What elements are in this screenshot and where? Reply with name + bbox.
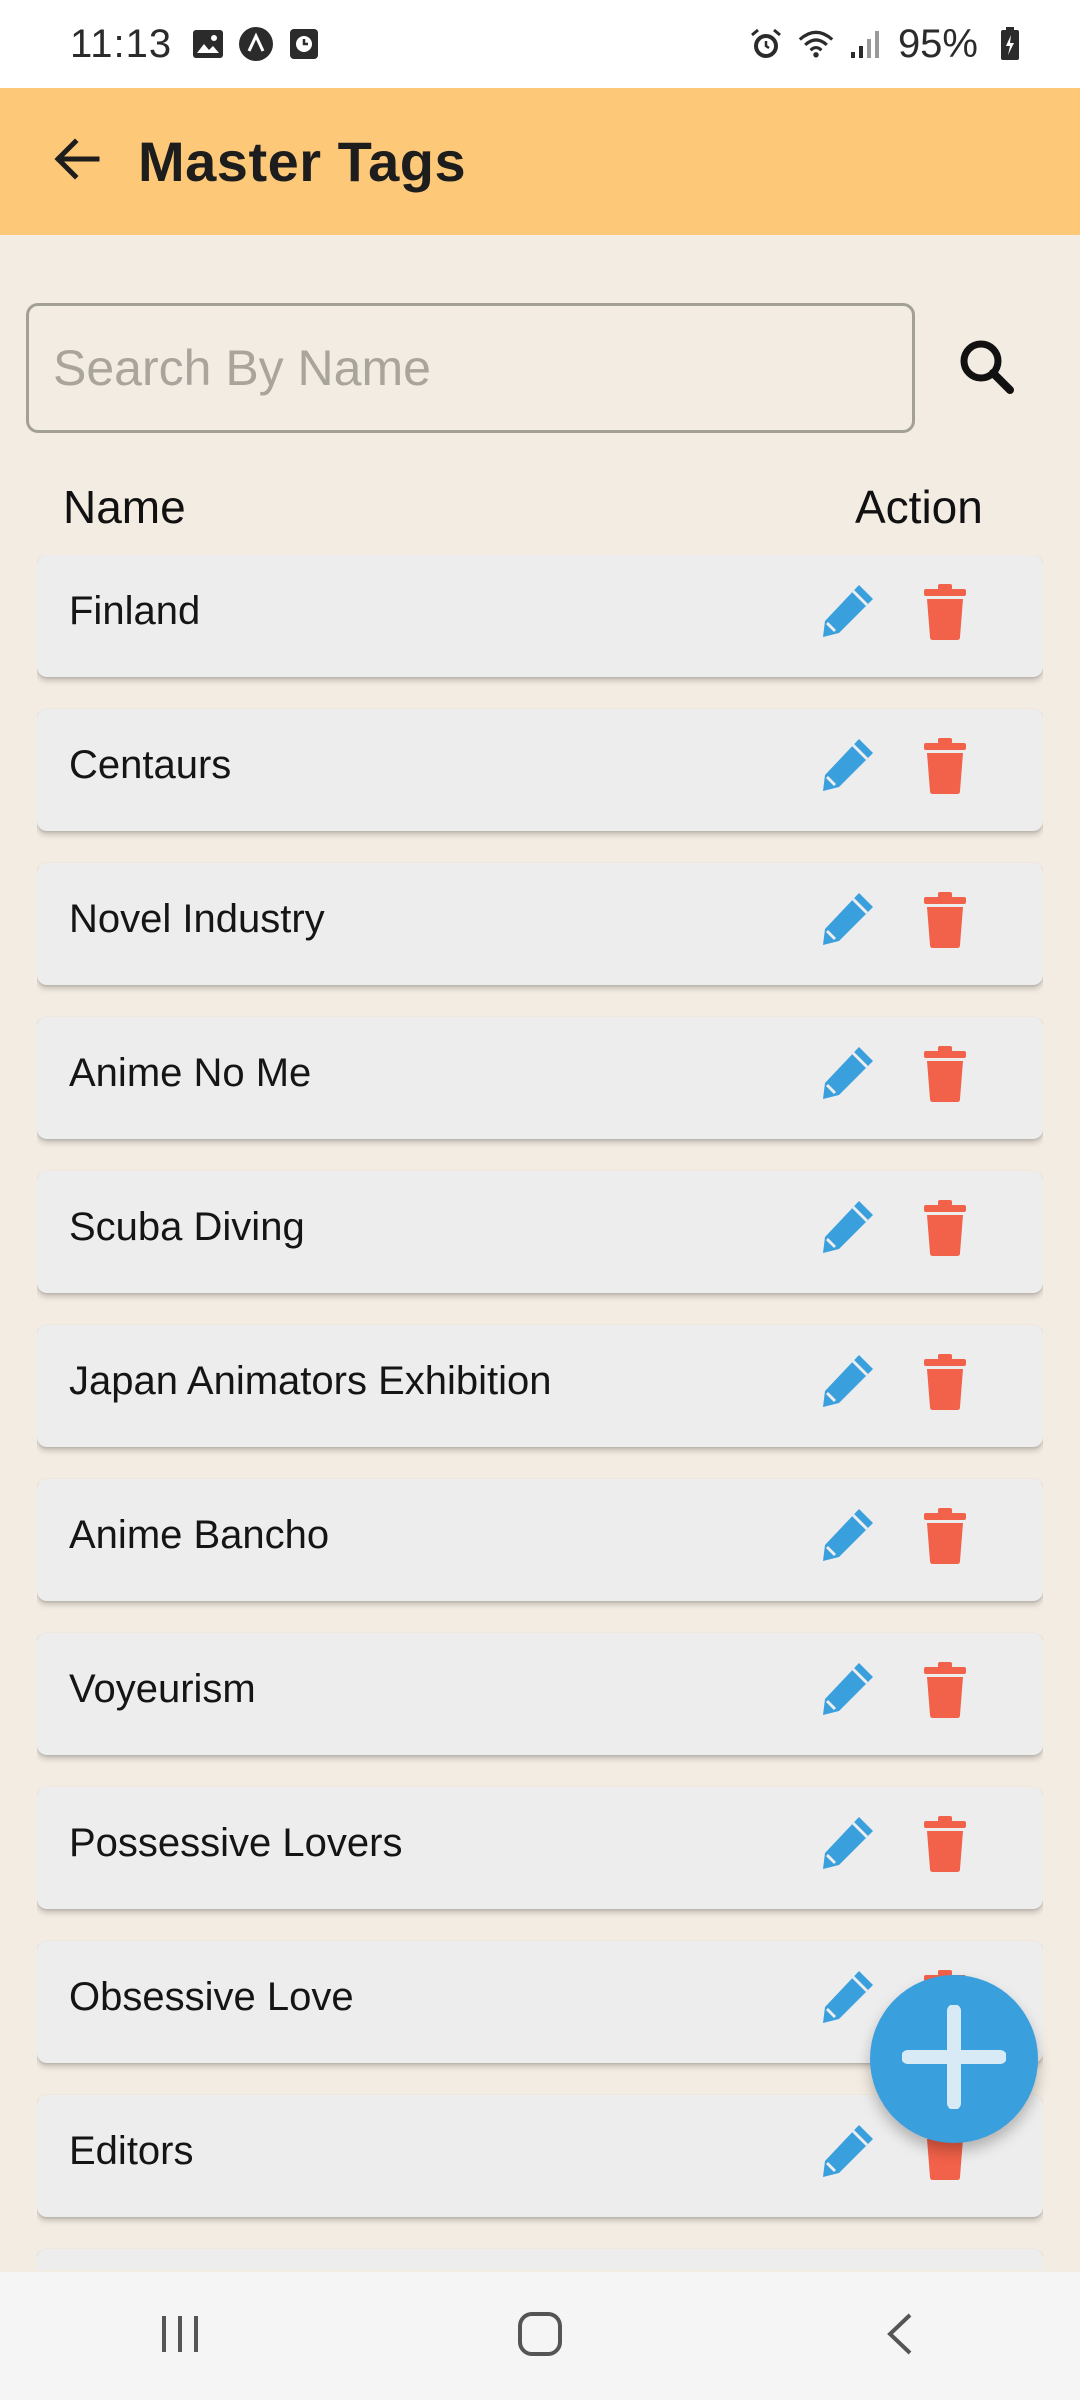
search-row	[26, 303, 1056, 433]
tag-name: Editors	[69, 2128, 194, 2173]
list-item[interactable]: Voyeurism	[37, 1633, 1043, 1755]
recents-icon	[158, 2312, 202, 2361]
list-item[interactable]: Anime No Me	[37, 1017, 1043, 1139]
list-item[interactable]	[37, 2249, 1043, 2270]
status-right-icons: 95%	[748, 22, 1028, 67]
status-left-icons	[190, 26, 322, 62]
trash-icon	[924, 583, 966, 645]
trash-icon	[924, 1661, 966, 1723]
pencil-icon	[819, 735, 877, 798]
image-icon	[190, 26, 226, 62]
delete-button[interactable]	[922, 1815, 968, 1877]
tag-name: Anime Bancho	[69, 1512, 330, 1557]
pencil-icon	[819, 1351, 877, 1414]
list-item[interactable]: Anime Bancho	[37, 1479, 1043, 1601]
recents-button[interactable]	[120, 2286, 240, 2386]
edit-button[interactable]	[817, 1043, 879, 1105]
signal-icon	[848, 26, 884, 62]
delete-button[interactable]	[922, 583, 968, 645]
delete-button[interactable]	[922, 891, 968, 953]
list-item[interactable]: Japan Animators Exhibition	[37, 1325, 1043, 1447]
tag-name: Possessive Lovers	[69, 1820, 403, 1865]
list-item[interactable]: Scuba Diving	[37, 1171, 1043, 1293]
clock-app-icon	[286, 26, 322, 62]
edit-button[interactable]	[817, 581, 879, 643]
home-icon	[517, 2311, 563, 2362]
delete-button[interactable]	[922, 737, 968, 799]
navigation-app-icon	[238, 26, 274, 62]
search-button[interactable]	[946, 328, 1026, 408]
edit-button[interactable]	[817, 1813, 879, 1875]
add-tag-button[interactable]	[870, 1975, 1038, 2143]
edit-button[interactable]	[817, 1505, 879, 1567]
page-title: Master Tags	[138, 130, 467, 193]
pencil-icon	[819, 1659, 877, 1722]
tag-name: Japan Animators Exhibition	[69, 1358, 552, 1403]
arrow-left-icon	[53, 137, 101, 186]
home-button[interactable]	[480, 2286, 600, 2386]
search-icon	[956, 336, 1016, 401]
plus-icon	[901, 2003, 1007, 2114]
edit-button[interactable]	[817, 735, 879, 797]
tag-name: Centaurs	[69, 742, 232, 787]
trash-icon	[924, 1507, 966, 1569]
list-item[interactable]: Novel Industry	[37, 863, 1043, 985]
trash-icon	[924, 1353, 966, 1415]
tag-name: Obsessive Love	[69, 1974, 354, 2019]
delete-button[interactable]	[922, 1661, 968, 1723]
tag-name: Anime No Me	[69, 1050, 312, 1095]
nav-back-button[interactable]	[840, 2286, 960, 2386]
pencil-icon	[819, 581, 877, 644]
battery-charging-icon	[992, 26, 1028, 62]
column-header-action: Action	[855, 481, 983, 533]
pencil-icon	[819, 1043, 877, 1106]
delete-button[interactable]	[922, 1045, 968, 1107]
pencil-icon	[819, 1197, 877, 1260]
edit-button[interactable]	[817, 2121, 879, 2183]
back-button[interactable]	[42, 127, 112, 197]
app-bar: Master Tags	[0, 88, 1080, 235]
column-header-name: Name	[63, 481, 186, 533]
tag-name: Scuba Diving	[69, 1204, 305, 1249]
search-input[interactable]	[26, 303, 915, 433]
status-bar: 11:13 95%	[0, 0, 1080, 88]
wifi-icon	[798, 26, 834, 62]
trash-icon	[924, 891, 966, 953]
trash-icon	[924, 1199, 966, 1261]
edit-button[interactable]	[817, 889, 879, 951]
delete-button[interactable]	[922, 1353, 968, 1415]
status-time: 11:13	[70, 21, 173, 66]
pencil-icon	[819, 2121, 877, 2184]
system-nav-bar	[0, 2272, 1080, 2400]
back-icon	[884, 2311, 916, 2362]
trash-icon	[924, 1045, 966, 1107]
tag-name: Novel Industry	[69, 896, 325, 941]
trash-icon	[924, 737, 966, 799]
edit-button[interactable]	[817, 1197, 879, 1259]
list-item[interactable]: Centaurs	[37, 709, 1043, 831]
battery-percent: 95%	[897, 21, 978, 66]
delete-button[interactable]	[922, 1507, 968, 1569]
delete-button[interactable]	[922, 1199, 968, 1261]
pencil-icon	[819, 889, 877, 952]
alarm-icon	[748, 26, 784, 62]
tag-name: Finland	[69, 588, 201, 633]
list-item[interactable]: Finland	[37, 555, 1043, 677]
edit-button[interactable]	[817, 1659, 879, 1721]
pencil-icon	[819, 1967, 877, 2030]
tag-name: Voyeurism	[69, 1666, 256, 1711]
edit-button[interactable]	[817, 1967, 879, 2029]
edit-button[interactable]	[817, 1351, 879, 1413]
list-item[interactable]: Possessive Lovers	[37, 1787, 1043, 1909]
trash-icon	[924, 1815, 966, 1877]
pencil-icon	[819, 1813, 877, 1876]
pencil-icon	[819, 1505, 877, 1568]
